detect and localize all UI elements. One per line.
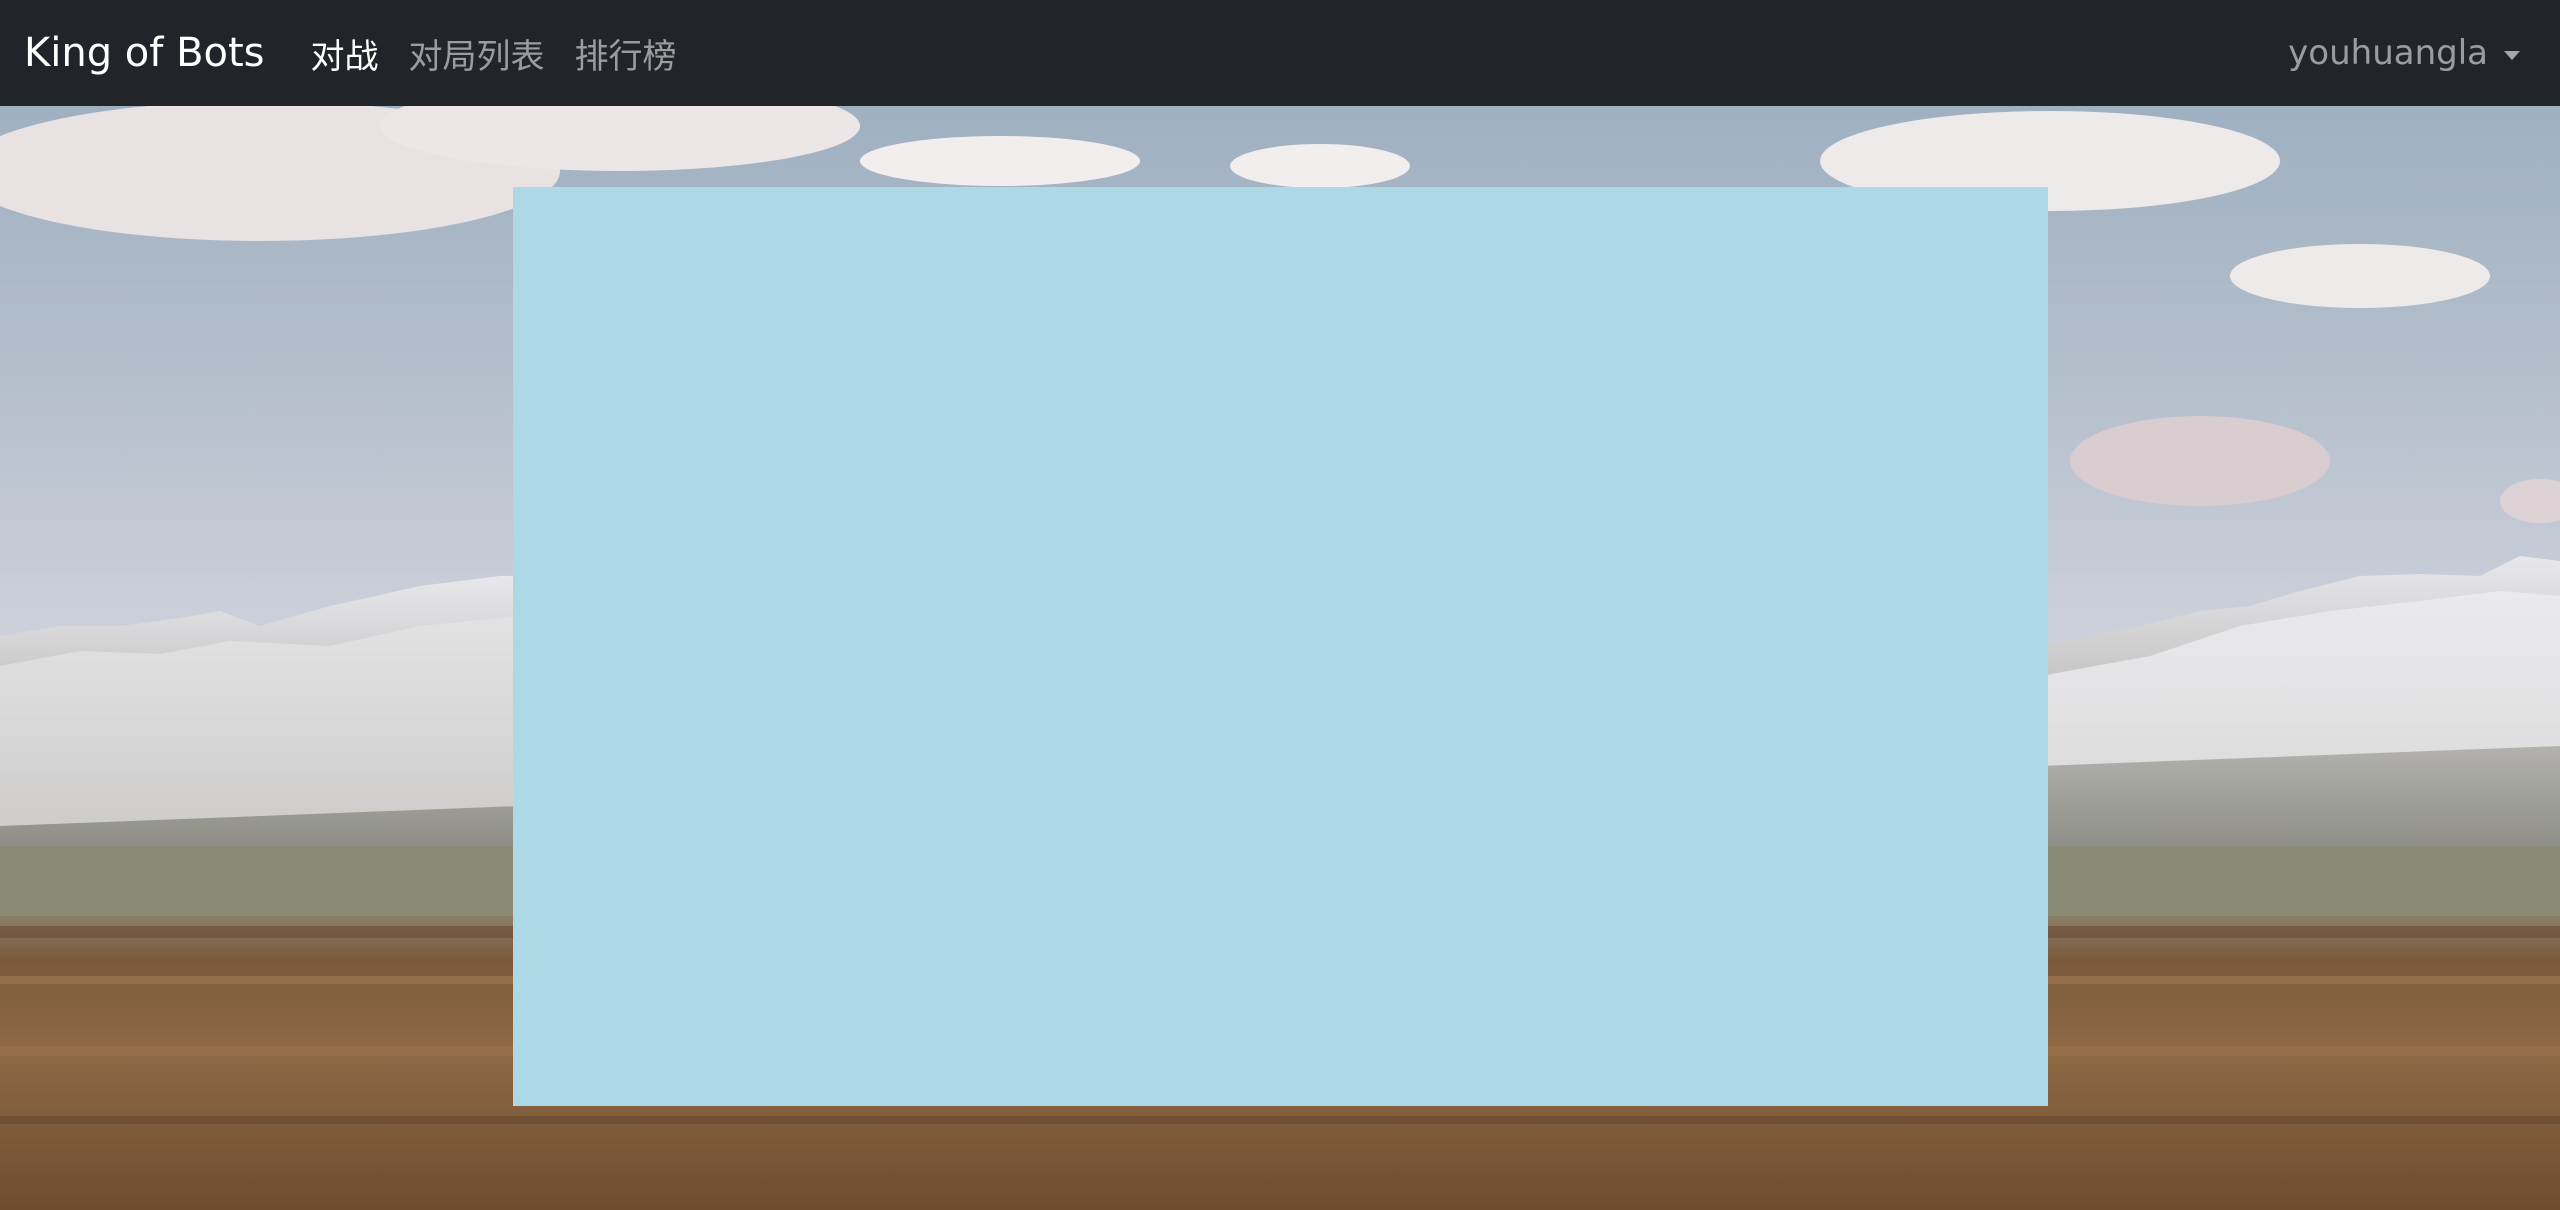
nav-link-record[interactable]: 对局列表 — [409, 29, 545, 78]
nav-link-ranklist[interactable]: 排行榜 — [575, 29, 677, 78]
nav-links: 对战 对局列表 排行榜 — [311, 29, 677, 78]
game-board[interactable] — [513, 187, 2048, 1106]
caret-down-icon — [2504, 50, 2520, 60]
user-dropdown[interactable]: youhuangla — [2288, 33, 2520, 73]
username: youhuangla — [2288, 33, 2488, 73]
nav-link-pk[interactable]: 对战 — [311, 29, 379, 78]
page: King of Bots 对战 对局列表 排行榜 youhuangla — [0, 0, 2560, 1210]
navbar: King of Bots 对战 对局列表 排行榜 youhuangla — [0, 0, 2560, 106]
brand-link[interactable]: King of Bots — [24, 33, 265, 73]
